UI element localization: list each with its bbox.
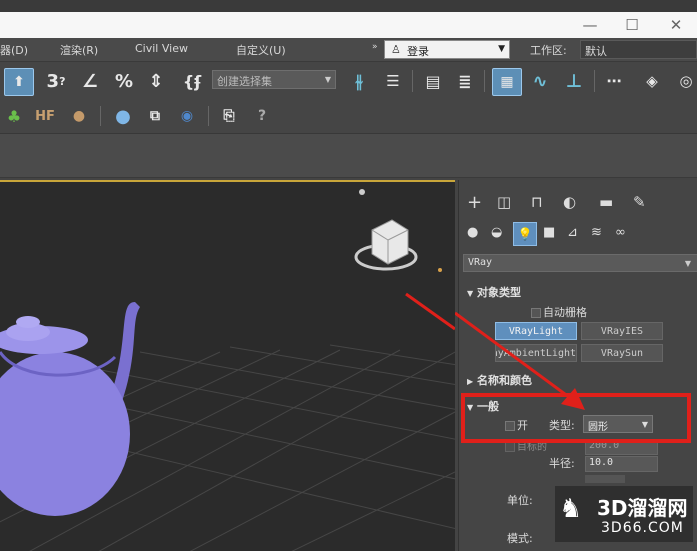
annotation-arrow-line xyxy=(405,292,455,331)
annotation-arrow xyxy=(455,311,585,410)
toolbar-separator xyxy=(594,70,595,92)
proxy-sphere-icon[interactable]: ◉ xyxy=(174,104,200,128)
menu-bar: 器(D) 渲染(R) Civil View 自定义(U) » ♙ 登录 ▼ 工作… xyxy=(0,38,697,62)
helpers-icon[interactable]: ⊿ xyxy=(567,225,578,240)
angle-snap-icon[interactable]: ∠ xyxy=(76,68,104,94)
chevron-down-icon: ▼ xyxy=(684,259,691,268)
toolbar-separator xyxy=(100,106,101,126)
menu-item-civil-view[interactable]: Civil View xyxy=(135,42,188,55)
dope-sheet-icon[interactable]: ⊥ xyxy=(560,68,588,94)
sphere-icon[interactable]: ● xyxy=(110,104,136,128)
snap-3d-icon[interactable]: 3? xyxy=(42,68,70,94)
material-editor-icon[interactable]: ◈ xyxy=(638,68,666,94)
hierarchy-tab-icon[interactable]: ⊓ xyxy=(531,193,543,211)
motion-tab-icon[interactable]: ◐ xyxy=(563,193,576,211)
workspace-value: 默认 xyxy=(585,45,607,58)
unit-label: 单位: xyxy=(507,494,533,507)
radius-label: 半径: xyxy=(549,457,575,470)
percent-snap-icon[interactable]: % xyxy=(110,68,138,94)
targeted-checkbox[interactable] xyxy=(505,442,515,452)
command-panel-tabs: + ◫ ⊓ ◐ ▬ ✎ xyxy=(459,190,697,218)
partial-field xyxy=(585,475,625,483)
chevron-down-icon: ▼ xyxy=(324,75,331,84)
space-warps-icon[interactable]: ≋ xyxy=(591,225,602,240)
viewcube-icon[interactable] xyxy=(354,189,442,272)
menu-item-render[interactable]: 渲染(R) xyxy=(60,42,98,58)
plant-icon[interactable]: ♣ xyxy=(2,104,26,128)
watermark: ♞ 3D溜溜网 3D66.COM xyxy=(555,486,693,542)
close-icon[interactable]: ✕ xyxy=(656,12,696,38)
select-object-icon[interactable]: ⬆ xyxy=(4,68,34,96)
workspace-dropdown[interactable]: 默认 xyxy=(580,40,697,59)
perspective-viewport[interactable] xyxy=(0,180,455,551)
render-setup-icon[interactable]: ◎ xyxy=(672,68,697,94)
texture-ball-icon[interactable]: ● xyxy=(66,104,92,128)
user-icon: ♙ xyxy=(391,43,401,56)
annotation-arrow-shaft xyxy=(455,311,574,402)
toolbar-empty-strip xyxy=(0,134,697,178)
top-strip xyxy=(0,0,697,12)
watermark-url: 3D66.COM xyxy=(601,520,684,536)
create-tab-icon[interactable]: + xyxy=(467,192,482,213)
toolbar-separator xyxy=(208,106,209,126)
curve-editor-icon[interactable]: ∿ xyxy=(526,68,554,94)
chevron-down-icon: ▼ xyxy=(498,44,505,54)
toolbar-separator xyxy=(412,70,413,92)
workspace-label: 工作区: xyxy=(530,44,567,57)
selection-set-dropdown[interactable]: 创建选择集 ▼ xyxy=(212,70,336,89)
mirror-icon[interactable]: ⫳ xyxy=(346,68,372,94)
annotation-arrowhead xyxy=(561,388,585,410)
watermark-text: 3D溜溜网 xyxy=(597,496,688,520)
secondary-toolbar: ♣ HF ● ● ⧉ ◉ ⎘ ? xyxy=(0,100,697,134)
object-category-dropdown[interactable]: VRay ▼ xyxy=(463,254,697,272)
export-icon[interactable]: ⎘ xyxy=(216,104,242,128)
edit-named-selection-icon[interactable]: {ʄ xyxy=(178,68,206,94)
teapot-model[interactable] xyxy=(0,302,140,516)
create-category-icons: ● ◒ 💡 ■ ⊿ ≋ ∞ xyxy=(459,222,697,246)
deer-logo-icon: ♞ xyxy=(559,494,583,524)
layer-explorer-icon[interactable]: ≣ xyxy=(452,68,478,94)
align-icon[interactable]: ☰ xyxy=(380,68,406,94)
main-toolbar: ⬆ 3? ∠ % ⇕ {ʄ 创建选择集 ▼ ⫳ ☰ ▤ ≣ ▦ ∿ ⊥ ⋯ ◈ … xyxy=(0,62,697,100)
hair-fur-icon[interactable]: HF xyxy=(32,104,58,128)
expand-chevron-icon[interactable]: » xyxy=(372,42,378,52)
menu-item-customize[interactable]: 自定义(U) xyxy=(236,42,286,58)
systems-icon[interactable]: ∞ xyxy=(615,225,626,240)
utilities-tab-icon[interactable]: ✎ xyxy=(633,193,646,211)
radius-field[interactable]: 10.0 xyxy=(585,456,658,472)
selection-set-placeholder: 创建选择集 xyxy=(217,75,272,88)
modify-tab-icon[interactable]: ◫ xyxy=(497,193,511,211)
menu-item-graph[interactable]: 器(D) xyxy=(0,42,28,58)
login-label: 登录 xyxy=(407,45,429,58)
object-category-value: VRay xyxy=(468,257,493,268)
object-paint-icon[interactable]: ⧉ xyxy=(142,104,168,128)
viewport-scene xyxy=(0,189,455,551)
help-icon[interactable]: ? xyxy=(250,104,274,128)
schematic-view-icon[interactable]: ⋯ xyxy=(600,68,628,94)
geometry-icon[interactable]: ● xyxy=(467,225,478,240)
mode-label: 模式: xyxy=(507,532,533,545)
maximize-icon[interactable]: ☐ xyxy=(612,12,652,38)
display-tab-icon[interactable]: ▬ xyxy=(599,193,613,211)
spinner-snap-icon[interactable]: ⇕ xyxy=(142,68,170,94)
ribbon-toggle-icon[interactable]: ▦ xyxy=(492,68,522,96)
cameras-icon[interactable]: ■ xyxy=(543,225,555,240)
login-dropdown[interactable]: ♙ 登录 ▼ xyxy=(384,40,510,59)
toolbar-separator xyxy=(484,70,485,92)
shapes-icon[interactable]: ◒ xyxy=(491,225,502,240)
minimize-icon[interactable]: — xyxy=(570,12,610,38)
scene-explorer-icon[interactable]: ▤ xyxy=(420,68,446,94)
lights-icon[interactable]: 💡 xyxy=(513,222,537,246)
